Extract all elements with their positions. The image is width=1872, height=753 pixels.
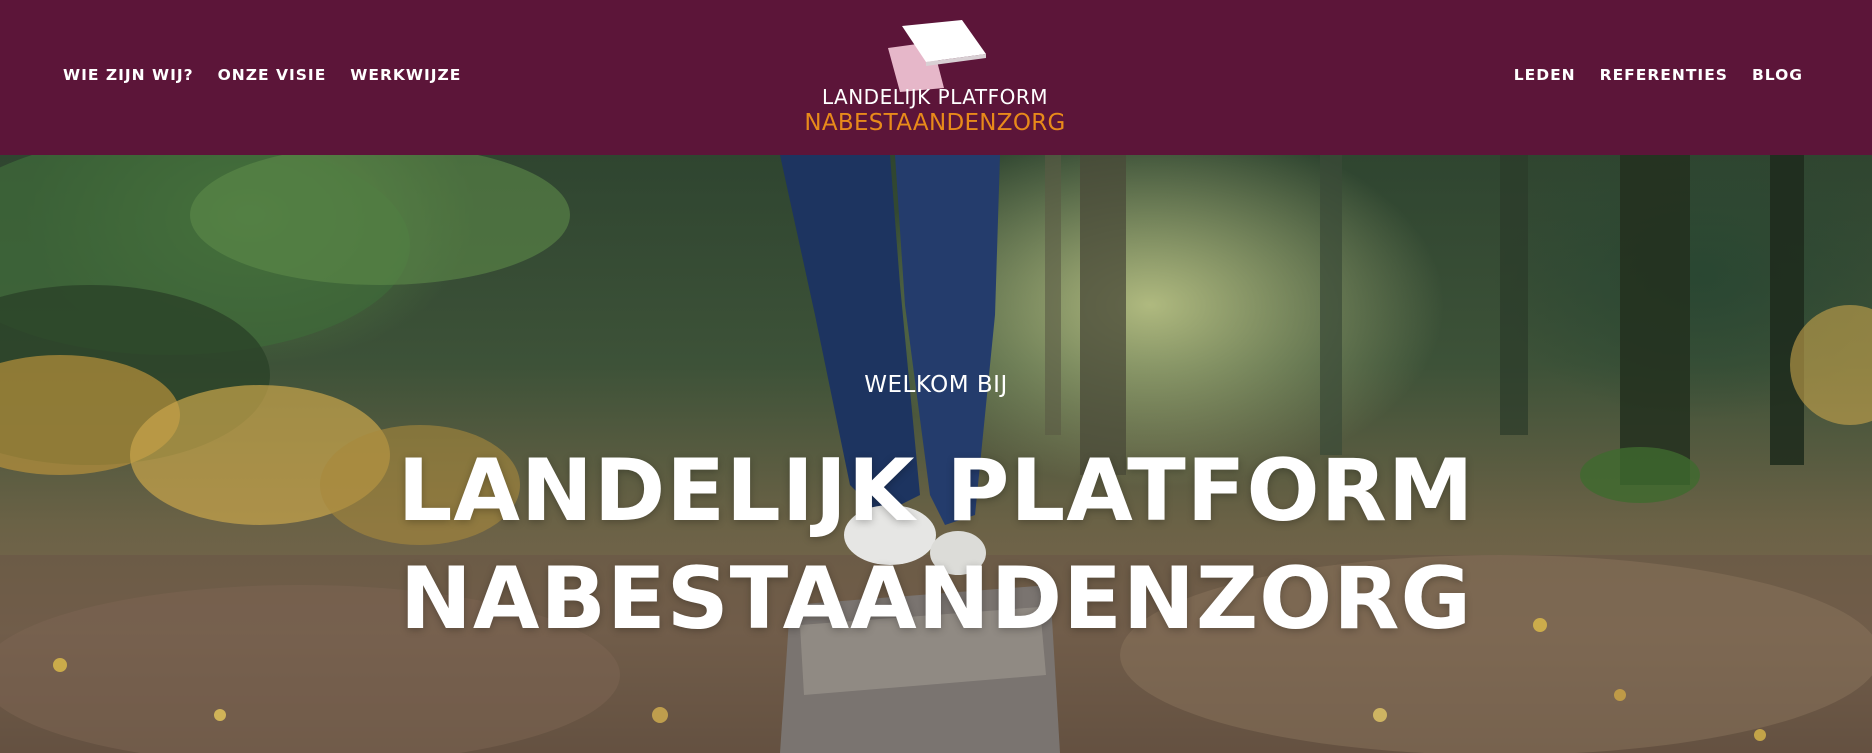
hero-subtitle: WELKOM BIJ bbox=[864, 372, 1008, 398]
nav-right: LEDEN REFERENTIES BLOG bbox=[1514, 0, 1803, 150]
hero-section: WELKOM BIJ LANDELIJK PLATFORM NABESTAAND… bbox=[0, 155, 1872, 753]
hero-title: LANDELIJK PLATFORM NABESTAANDENZORG bbox=[0, 437, 1872, 653]
site-logo[interactable]: LANDELIJK PLATFORM NABESTAANDENZORG bbox=[800, 14, 1070, 139]
stacked-pages-icon bbox=[888, 20, 986, 92]
nav-item-leden[interactable]: LEDEN bbox=[1514, 66, 1576, 84]
nav-item-blog[interactable]: BLOG bbox=[1752, 66, 1803, 84]
site-header: WIE ZIJN WIJ? ONZE VISIE WERKWIJZE LANDE… bbox=[0, 0, 1872, 155]
nav-item-referenties[interactable]: REFERENTIES bbox=[1600, 66, 1728, 84]
logo-text-line1: LANDELIJK PLATFORM bbox=[821, 85, 1049, 109]
nav-item-onze-visie[interactable]: ONZE VISIE bbox=[218, 66, 327, 84]
nav-left: WIE ZIJN WIJ? ONZE VISIE WERKWIJZE bbox=[63, 0, 461, 150]
nav-item-wie-zijn-wij[interactable]: WIE ZIJN WIJ? bbox=[63, 66, 194, 84]
page: WIE ZIJN WIJ? ONZE VISIE WERKWIJZE LANDE… bbox=[0, 0, 1872, 753]
hero-title-line2: NABESTAANDENZORG bbox=[399, 549, 1473, 649]
hero-title-line1: LANDELIJK PLATFORM bbox=[397, 441, 1475, 541]
nav-item-werkwijze[interactable]: WERKWIJZE bbox=[350, 66, 461, 84]
logo-text-line2: NABESTAANDENZORG bbox=[804, 110, 1066, 136]
